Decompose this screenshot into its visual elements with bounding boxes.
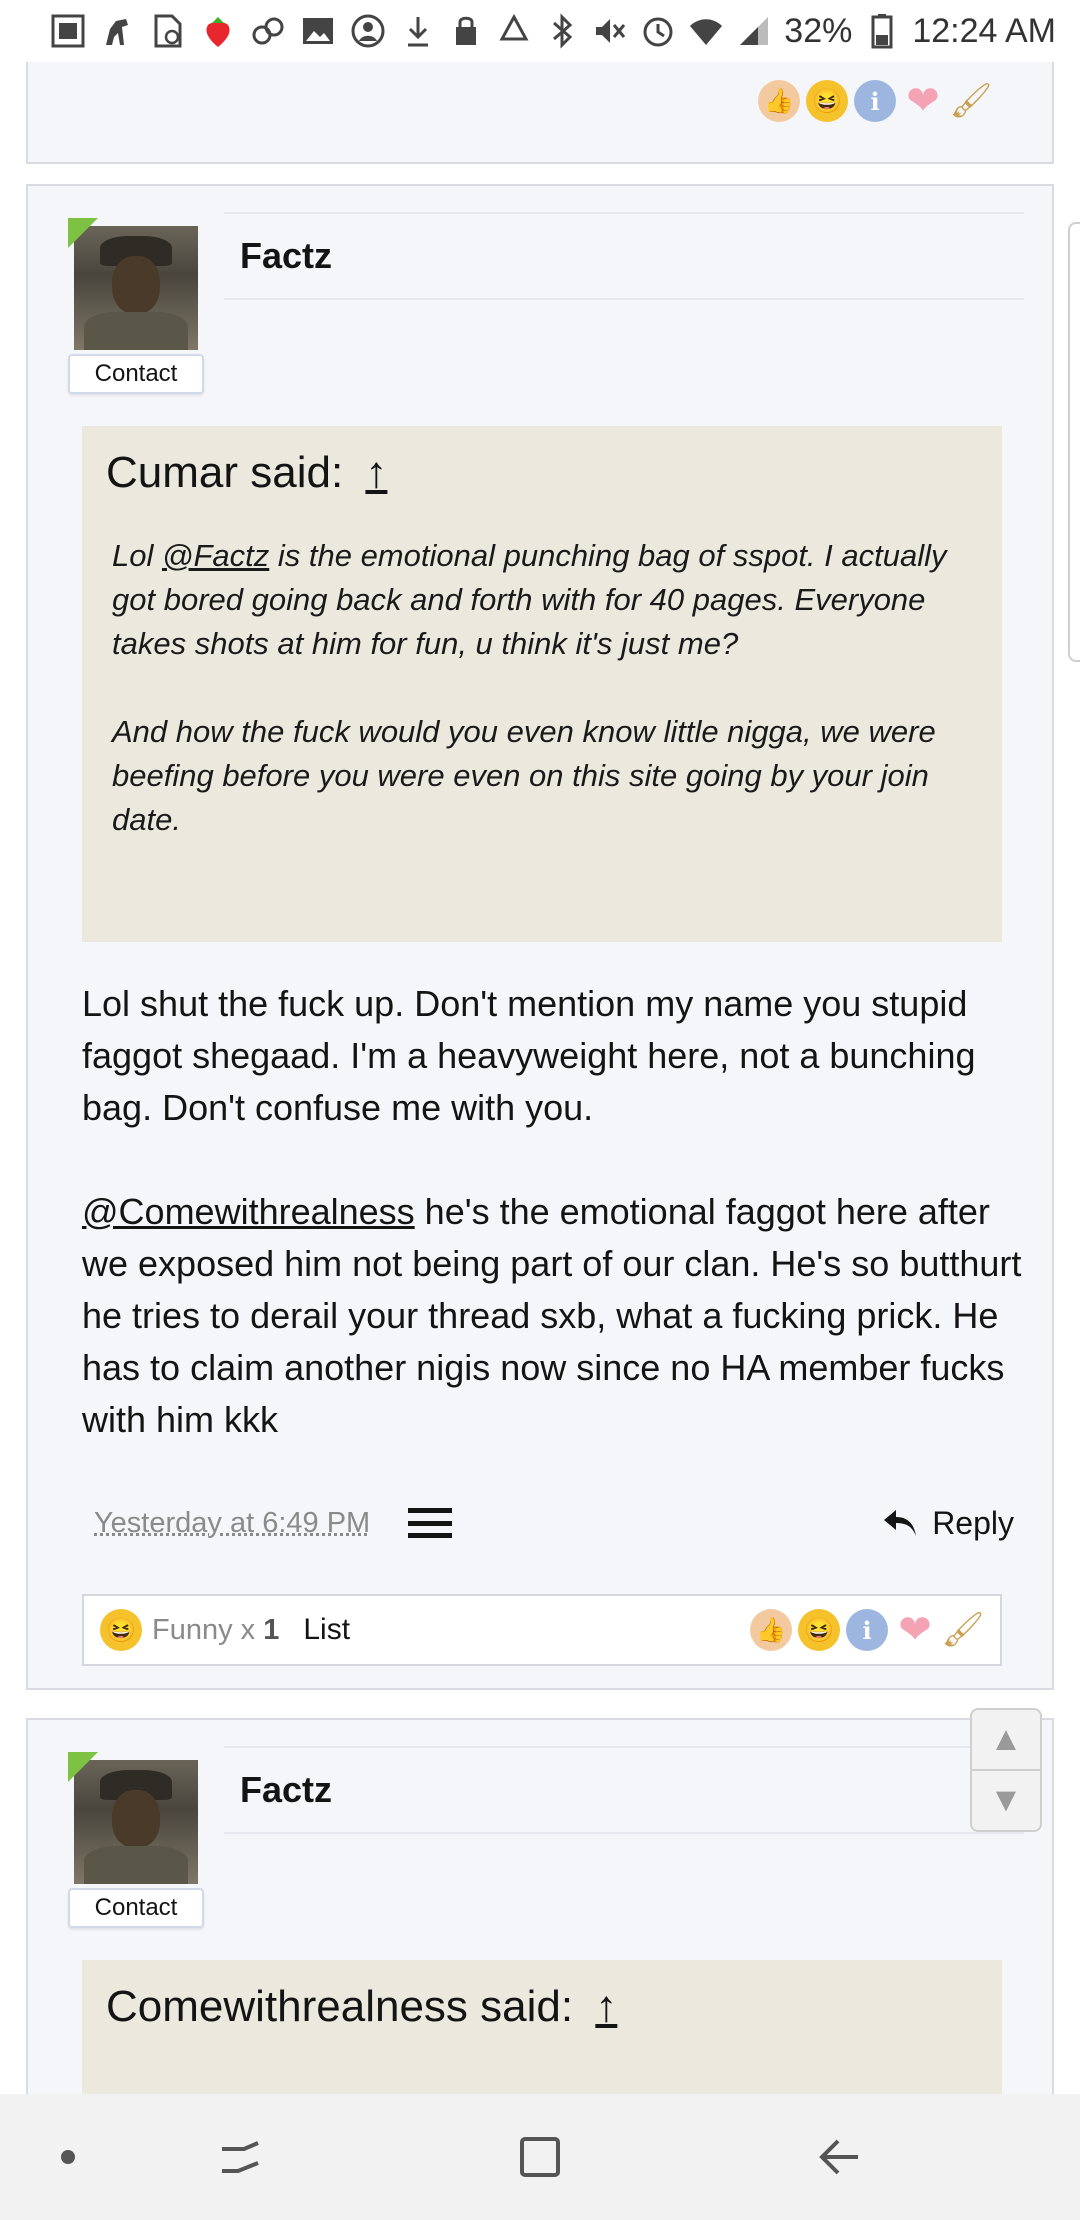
- post-paragraph: Lol shut the fuck up. Don't mention my n…: [82, 983, 976, 1128]
- post-body: Lol shut the fuck up. Don't mention my n…: [82, 978, 1022, 1446]
- gallery-icon: [51, 14, 85, 48]
- brush-reaction-icon[interactable]: 🖌: [941, 1609, 984, 1651]
- bluetooth-icon: [553, 13, 573, 49]
- post-author-block: Contact: [68, 1752, 204, 1928]
- file-icon: [154, 14, 182, 48]
- reaction-count: 1: [263, 1613, 280, 1646]
- signal-icon: [740, 17, 769, 45]
- reaction-summary: 😆 Funny x 1 List 👍 😆 i ❤ 🖌: [82, 1594, 1002, 1666]
- recent-apps-icon[interactable]: [210, 2094, 270, 2220]
- home-icon[interactable]: [510, 2094, 570, 2220]
- mention-link[interactable]: @Comewithrealness: [82, 1191, 415, 1232]
- like-reaction-icon[interactable]: 👍: [758, 80, 800, 122]
- informative-reaction-icon[interactable]: i: [846, 1609, 888, 1651]
- post-footer: Yesterday at 6:49 PM Reply: [94, 1498, 1014, 1548]
- post-author-block: Contact: [68, 218, 204, 394]
- quote-author: Comewithrealness said: ↑: [106, 1982, 978, 2032]
- funny-reaction-icon[interactable]: 😆: [798, 1609, 840, 1651]
- back-icon[interactable]: [810, 2094, 870, 2220]
- image-icon: [303, 18, 333, 44]
- battery-percent: 32%: [784, 11, 853, 50]
- funny-reaction-icon: 😆: [100, 1609, 142, 1651]
- navigation-bar: [0, 2094, 1080, 2220]
- mute-icon: [596, 19, 626, 43]
- battery-icon: [871, 14, 893, 49]
- reaction-summary-label[interactable]: Funny x 1: [152, 1614, 279, 1647]
- informative-reaction-icon[interactable]: i: [854, 80, 896, 122]
- side-panel-handle[interactable]: [1068, 222, 1080, 662]
- notification-icons: [50, 13, 436, 49]
- quote-author-text: Comewithrealness said:: [106, 1982, 574, 2031]
- post-paragraph: @Comewithrealness he's the emotional fag…: [82, 1186, 1022, 1446]
- brush-reaction-icon[interactable]: 🖌: [949, 80, 992, 122]
- username[interactable]: Factz: [224, 212, 1024, 300]
- contact-button[interactable]: Contact: [68, 354, 204, 394]
- menu-icon[interactable]: [408, 1508, 453, 1538]
- strawberry-icon: [206, 17, 230, 47]
- quote-author-text: Cumar said:: [106, 448, 344, 497]
- online-indicator: [68, 218, 98, 248]
- reply-button[interactable]: Reply: [882, 1505, 1014, 1542]
- quote-paragraph: Lol @Factz is the emotional punching bag…: [112, 534, 978, 666]
- funny-reaction-icon[interactable]: 😆: [806, 80, 848, 122]
- previous-post: 👍 😆 i ❤ 🖌: [26, 62, 1054, 164]
- lock-icon: [456, 16, 477, 45]
- quote-block: Comewithrealness said: ↑: [82, 1960, 1002, 2094]
- reply-icon: [884, 1510, 917, 1536]
- reaction-picker[interactable]: 👍 😆 i ❤ 🖌: [758, 79, 993, 123]
- quote-author: Cumar said: ↑: [106, 448, 978, 498]
- quote-text-segment: Lol: [112, 538, 162, 573]
- reaction-picker[interactable]: 👍 😆 i ❤ 🖌: [750, 1608, 985, 1652]
- dot-icon[interactable]: [54, 2094, 82, 2220]
- system-icons: 32% 12:24 AM: [448, 12, 1056, 51]
- reaction-list-link[interactable]: List: [303, 1613, 350, 1647]
- download-icon: [408, 17, 428, 47]
- quote-paragraph: And how the fuck would you even know lit…: [112, 714, 936, 837]
- account-icon: [351, 14, 385, 48]
- clock: 12:24 AM: [912, 11, 1056, 50]
- wifi-icon: [690, 19, 723, 45]
- thread-content[interactable]: 👍 😆 i ❤ 🖌 Contact Factz Cumar said: ↑ Lo…: [0, 62, 1080, 2094]
- contact-button[interactable]: Contact: [68, 1888, 204, 1928]
- quote-block: Cumar said: ↑ Lol @Factz is the emotiona…: [82, 426, 1002, 942]
- link-icon: [252, 17, 284, 45]
- recycle-icon: [499, 13, 529, 41]
- like-reaction-icon[interactable]: 👍: [750, 1609, 792, 1651]
- go-to-quote-link[interactable]: ↑: [595, 1982, 617, 2031]
- post-date[interactable]: Yesterday at 6:49 PM: [94, 1507, 370, 1540]
- horse-icon: [106, 19, 128, 45]
- go-to-quote-link[interactable]: ↑: [365, 448, 387, 497]
- mention-link[interactable]: @Factz: [162, 538, 269, 573]
- alarm-icon: [643, 17, 673, 47]
- quote-text: Lol @Factz is the emotional punching bag…: [106, 534, 978, 842]
- love-reaction-icon[interactable]: ❤: [902, 79, 944, 123]
- status-bar: 32% 12:24 AM: [0, 0, 1080, 62]
- reply-label: Reply: [932, 1504, 1014, 1541]
- scroll-up-button[interactable]: ▲: [972, 1710, 1040, 1769]
- reaction-label: Funny x: [152, 1613, 264, 1646]
- post: Contact Factz Cumar said: ↑ Lol @Factz i…: [26, 184, 1054, 1690]
- love-reaction-icon[interactable]: ❤: [894, 1608, 936, 1652]
- online-indicator: [68, 1752, 98, 1782]
- scroll-buttons: ▲ ▼: [970, 1708, 1042, 1832]
- username[interactable]: Factz: [224, 1746, 1024, 1834]
- scroll-down-button[interactable]: ▼: [972, 1769, 1040, 1830]
- post: Contact Factz Comewithrealness said: ↑: [26, 1718, 1054, 2094]
